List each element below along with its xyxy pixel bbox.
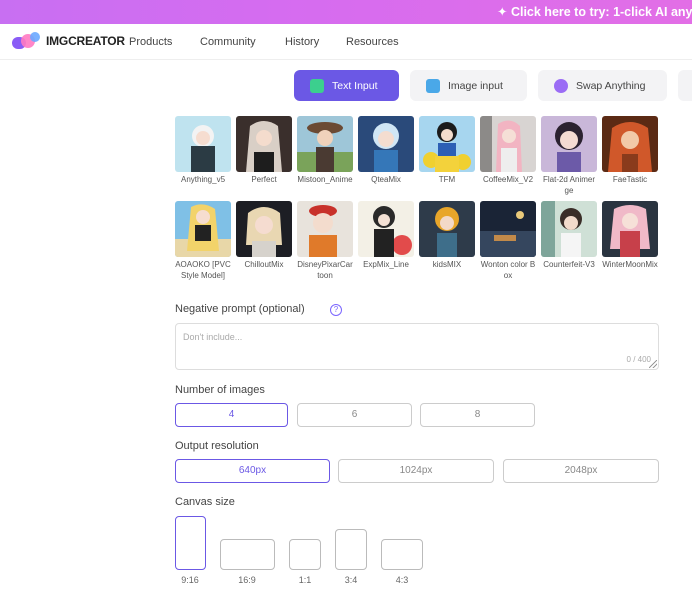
swap-icon	[554, 78, 568, 93]
model-card[interactable]: Flat-2d Animerge	[541, 116, 597, 196]
nav-history[interactable]: History	[285, 36, 319, 48]
model-label: Mistoon_Anime	[297, 175, 353, 184]
negative-prompt-label: Negative prompt (optional)	[175, 303, 305, 315]
canvas-size-label: Canvas size	[175, 496, 235, 508]
num-images-option-4[interactable]: 4	[175, 403, 288, 427]
model-thumbnail	[480, 201, 536, 257]
canvas-option-1-1[interactable]	[289, 539, 321, 570]
char-count: 0 / 400	[626, 355, 651, 364]
num-images-label: Number of images	[175, 384, 265, 396]
image-icon	[426, 78, 440, 93]
model-label: ChilloutMix	[244, 260, 284, 269]
promo-banner[interactable]: ✦ Click here to try: 1-click AI anywhe	[0, 0, 692, 24]
resolution-label: Output resolution	[175, 440, 259, 452]
logo-icon	[12, 32, 42, 50]
model-card[interactable]: DisneyPixarCartoon	[297, 201, 353, 281]
model-card[interactable]: Mistoon_Anime	[297, 116, 353, 185]
logo-text: IMGCREATOR	[46, 34, 125, 48]
model-card[interactable]: FaeTastic	[602, 116, 658, 185]
resolution-option-1024[interactable]: 1024px	[338, 459, 494, 483]
num-images-option-8[interactable]: 8	[420, 403, 535, 427]
canvas-option-16-9[interactable]	[220, 539, 275, 570]
sparkle-icon: ✦	[497, 5, 511, 19]
mode-swap-anything[interactable]: Swap Anything	[538, 70, 667, 101]
model-label: DisneyPixarCartoon	[297, 260, 353, 280]
model-card[interactable]: TFM	[419, 116, 475, 185]
model-card[interactable]: AOAOKO [PVC Style Model]	[175, 201, 231, 281]
model-label: WinterMoonMix	[602, 260, 658, 269]
model-label: Counterfeit-V3	[543, 260, 595, 269]
mode-more[interactable]	[678, 70, 692, 101]
model-card[interactable]: ExpMix_Line	[358, 201, 414, 270]
model-thumbnail	[175, 201, 231, 257]
model-thumbnail	[602, 201, 658, 257]
model-label: AOAOKO [PVC Style Model]	[175, 260, 231, 280]
model-card[interactable]: QteaMix	[358, 116, 414, 185]
model-card[interactable]: Anything_v5	[175, 116, 231, 185]
help-icon[interactable]: ?	[330, 304, 342, 316]
canvas-label-4-3: 4:3	[395, 575, 409, 585]
model-card[interactable]: WinterMoonMix	[602, 201, 658, 270]
model-thumbnail	[358, 201, 414, 257]
model-thumbnail	[419, 116, 475, 172]
model-thumbnail	[480, 116, 536, 172]
nav-products[interactable]: Products	[129, 36, 172, 48]
resize-handle-icon[interactable]	[649, 360, 657, 368]
canvas-option-9-16[interactable]	[175, 516, 206, 570]
negative-prompt-input[interactable]: Don't include... 0 / 400	[175, 323, 659, 370]
canvas-label-1-1: 1:1	[298, 575, 312, 585]
model-thumbnail	[358, 116, 414, 172]
nav-resources[interactable]: Resources	[346, 36, 399, 48]
model-thumbnail	[541, 201, 597, 257]
model-label: kidsMIX	[432, 260, 462, 269]
text-icon	[310, 78, 324, 93]
negative-prompt-placeholder: Don't include...	[183, 332, 243, 342]
model-card[interactable]: Perfect	[236, 116, 292, 185]
promo-banner-text[interactable]: ✦ Click here to try: 1-click AI anywhe	[497, 4, 692, 19]
model-label: Wonton color Box	[480, 260, 536, 280]
resolution-option-2048[interactable]: 2048px	[503, 459, 659, 483]
model-label: Perfect	[251, 175, 277, 184]
mode-text-input-label: Text Input	[332, 79, 378, 92]
model-label: FaeTastic	[612, 175, 648, 184]
canvas-option-3-4[interactable]	[335, 529, 367, 570]
canvas-label-3-4: 3:4	[344, 575, 358, 585]
canvas-label-16-9: 16:9	[238, 575, 256, 585]
model-label: Anything_v5	[180, 175, 226, 184]
logo[interactable]: IMGCREATOR	[12, 32, 125, 50]
model-thumbnail	[175, 116, 231, 172]
model-label: ExpMix_Line	[363, 260, 409, 269]
model-label: QteaMix	[371, 175, 401, 184]
model-thumbnail	[602, 116, 658, 172]
nav-community[interactable]: Community	[200, 36, 256, 48]
model-label: TFM	[438, 175, 456, 184]
mode-swap-anything-label: Swap Anything	[576, 79, 646, 92]
model-card[interactable]: Wonton color Box	[480, 201, 536, 281]
model-card[interactable]: Counterfeit-V3	[541, 201, 597, 270]
site-header: IMGCREATOR Products Community History Re…	[0, 24, 692, 60]
mode-text-input[interactable]: Text Input	[294, 70, 399, 101]
canvas-label-9-16: 9:16	[181, 575, 199, 585]
model-card[interactable]: CoffeeMix_V2	[480, 116, 536, 185]
model-thumbnail	[297, 116, 353, 172]
canvas-option-4-3[interactable]	[381, 539, 423, 570]
model-label: Flat-2d Animerge	[542, 175, 596, 195]
resolution-option-640[interactable]: 640px	[175, 459, 330, 483]
mode-image-input[interactable]: Image input	[410, 70, 527, 101]
model-thumbnail	[541, 116, 597, 172]
model-thumbnail	[419, 201, 475, 257]
num-images-option-6[interactable]: 6	[297, 403, 412, 427]
mode-image-input-label: Image input	[448, 79, 503, 92]
model-card[interactable]: kidsMIX	[419, 201, 475, 270]
model-thumbnail	[236, 116, 292, 172]
model-thumbnail	[236, 201, 292, 257]
model-thumbnail	[297, 201, 353, 257]
model-label: CoffeeMix_V2	[482, 175, 534, 184]
model-card[interactable]: ChilloutMix	[236, 201, 292, 270]
